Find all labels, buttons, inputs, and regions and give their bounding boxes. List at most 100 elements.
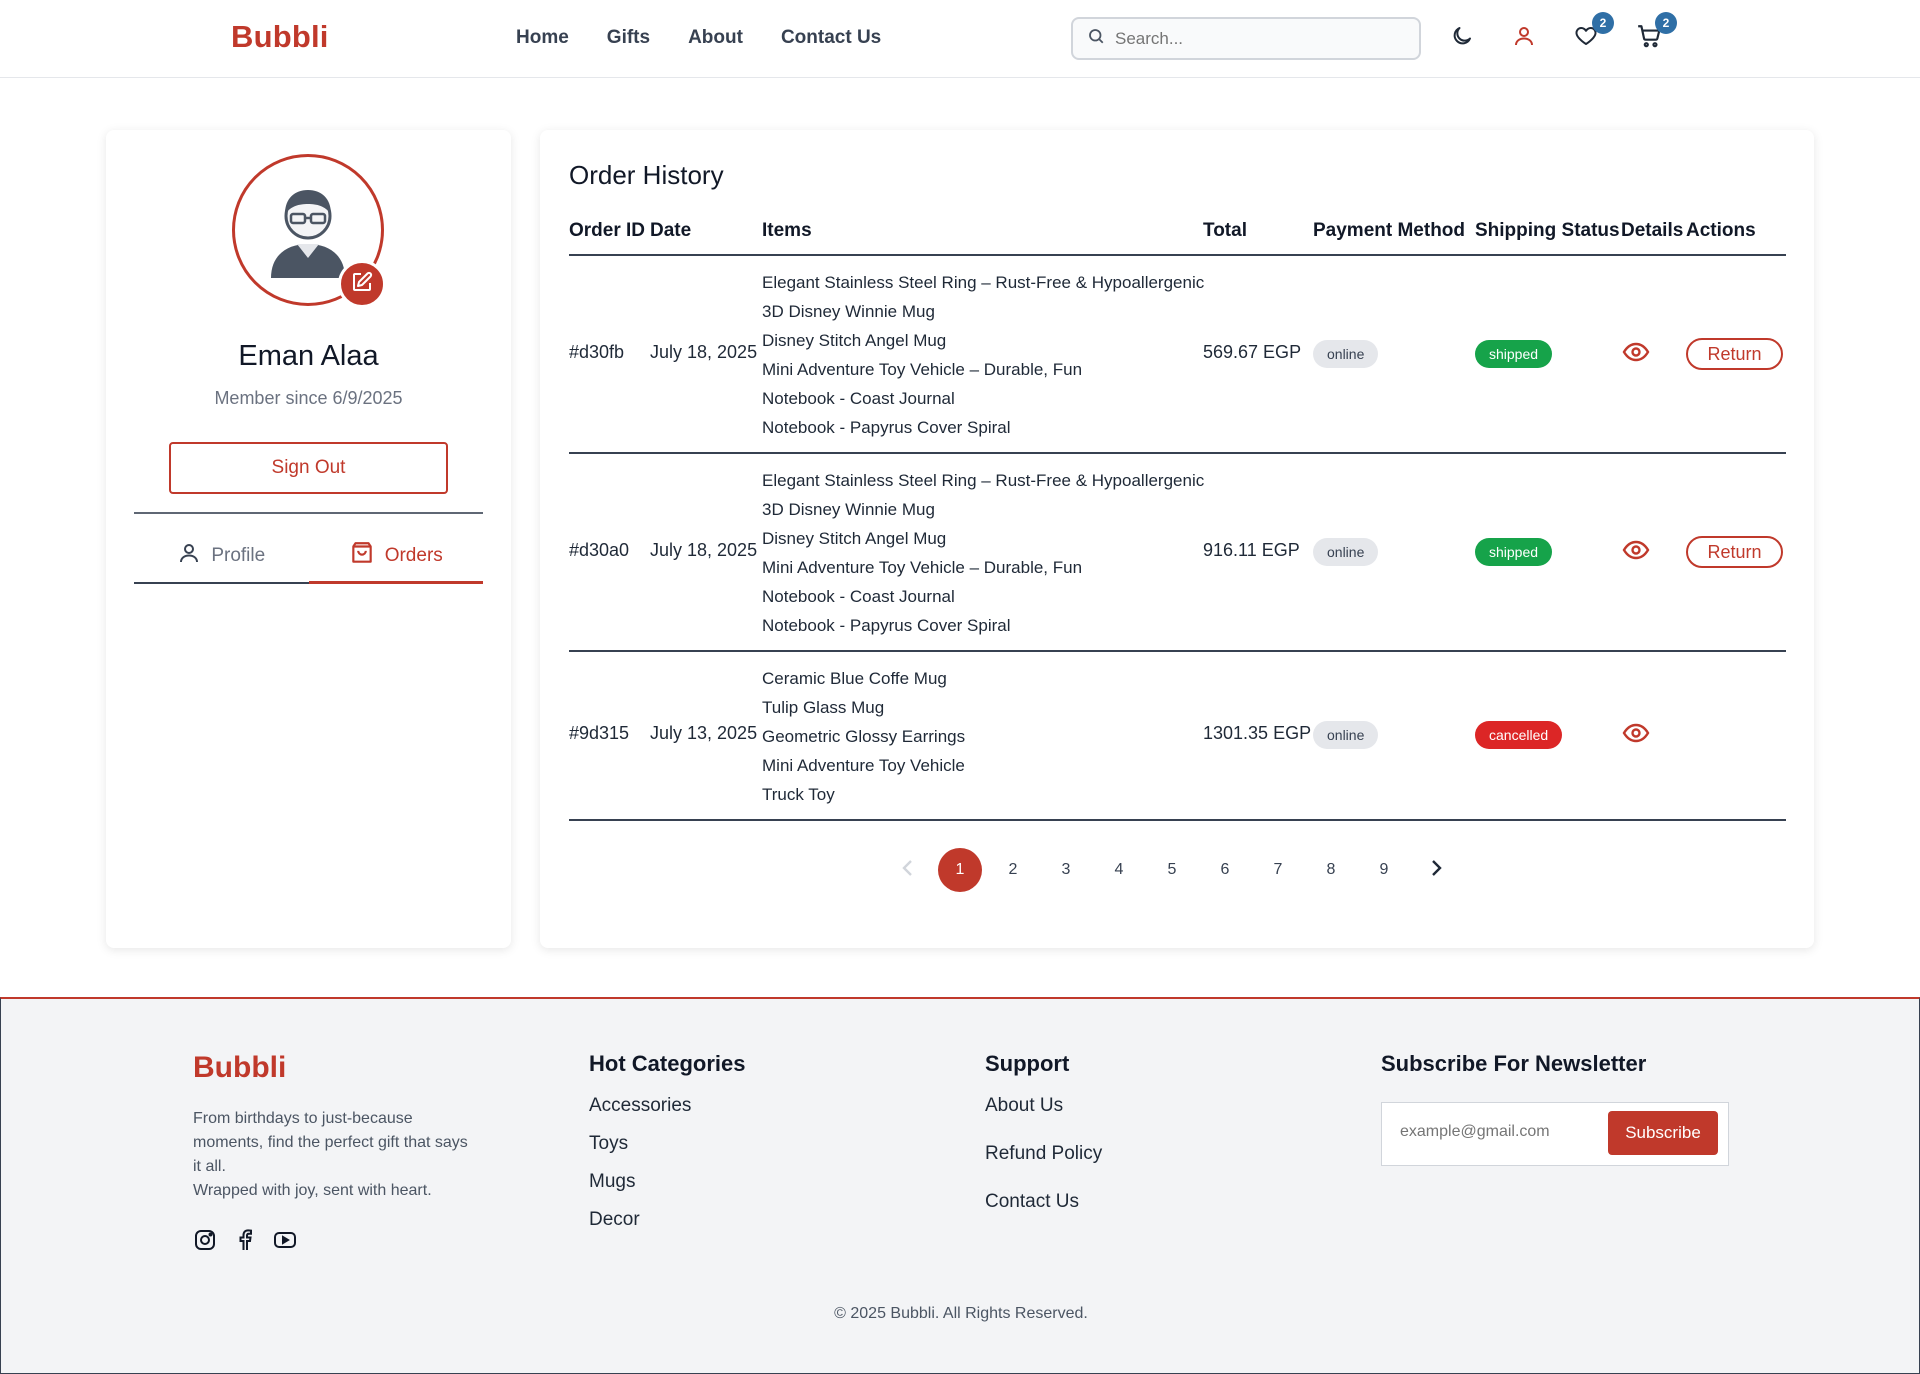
- moon-icon: [1450, 24, 1474, 53]
- facebook-icon[interactable]: [233, 1228, 257, 1252]
- tab-profile-label: Profile: [211, 545, 266, 566]
- payment-method-badge: online: [1313, 340, 1379, 368]
- view-details-button[interactable]: [1621, 339, 1651, 369]
- prev-page-button[interactable]: [885, 848, 929, 892]
- order-items: Ceramic Blue Coffe Mug Tulip Glass Mug G…: [762, 664, 965, 809]
- order-total: 1301.35 EGP: [1203, 723, 1312, 743]
- page-button[interactable]: 7: [1256, 848, 1300, 892]
- dark-mode-toggle[interactable]: [1448, 24, 1476, 52]
- page-button[interactable]: 1: [938, 848, 982, 892]
- footer-link-about-us[interactable]: About Us: [985, 1095, 1102, 1117]
- social-links: [193, 1228, 297, 1252]
- nav-contact[interactable]: Contact Us: [781, 27, 881, 49]
- footer-link-toys[interactable]: Toys: [589, 1133, 745, 1155]
- order-date: July 13, 2025: [650, 723, 758, 743]
- order-item: Mini Adventure Toy Vehicle – Durable, Fu…: [762, 558, 1083, 577]
- order-id: #d30a0: [569, 540, 630, 560]
- hot-categories-title: Hot Categories: [589, 1051, 746, 1076]
- order-id: #9d315: [569, 723, 630, 743]
- return-button[interactable]: Return: [1686, 338, 1783, 370]
- footer-link-contact-us[interactable]: Contact Us: [985, 1191, 1102, 1213]
- return-button[interactable]: Return: [1686, 536, 1783, 568]
- search-box: [1071, 17, 1421, 60]
- nav-home[interactable]: Home: [516, 27, 569, 49]
- main-nav: Home Gifts About Contact Us: [516, 27, 919, 49]
- order-item: Elegant Stainless Steel Ring – Rust-Free…: [762, 471, 1205, 490]
- edit-icon: [350, 270, 374, 299]
- order-item: Elegant Stainless Steel Ring – Rust-Free…: [762, 273, 1205, 292]
- order-total: 916.11 EGP: [1203, 540, 1300, 560]
- footer-desc-line: From birthdays to just-because moments, …: [193, 1110, 468, 1175]
- subscribe-button[interactable]: Subscribe: [1608, 1111, 1718, 1155]
- site-header: Bubbli Home Gifts About Contact Us 2 2: [0, 0, 1920, 78]
- order-items: Elegant Stainless Steel Ring – Rust-Free…: [762, 268, 1204, 442]
- order-history-card: Order History Order ID Date Items Total …: [540, 130, 1814, 948]
- table-row: #d30fb July 18, 2025 Elegant Stainless S…: [569, 256, 1786, 454]
- search-input[interactable]: [1115, 28, 1405, 49]
- order-history-title: Order History: [569, 160, 724, 190]
- footer-desc-line: Wrapped with joy, sent with heart.: [193, 1182, 432, 1199]
- footer-logo: Bubbli: [193, 1051, 287, 1084]
- edit-avatar-button[interactable]: [338, 260, 386, 308]
- col-details: Details: [1621, 220, 1684, 241]
- profile-name: Eman Alaa: [238, 340, 379, 372]
- wishlist-count-badge: 2: [1592, 12, 1614, 34]
- sign-out-button[interactable]: Sign Out: [169, 442, 448, 494]
- orders-table-header: Order ID Date Items Total Payment Method…: [569, 220, 1786, 256]
- footer-link-refund-policy[interactable]: Refund Policy: [985, 1143, 1102, 1165]
- search-icon: [1087, 27, 1105, 50]
- copyright: © 2025 Bubbli. All Rights Reserved.: [834, 1305, 1088, 1322]
- newsletter-email-input[interactable]: [1400, 1123, 1590, 1141]
- pagination: 1 2 3 4 5 6 7 8 9: [885, 848, 1468, 892]
- support-title: Support: [985, 1051, 1070, 1076]
- eye-icon: [1622, 540, 1650, 565]
- order-item: Tulip Glass Mug: [762, 698, 885, 717]
- order-item: Truck Toy: [762, 785, 835, 804]
- wishlist-button[interactable]: 2: [1572, 12, 1614, 52]
- order-item: Mini Adventure Toy Vehicle: [762, 756, 965, 775]
- brand-logo[interactable]: Bubbli: [231, 19, 329, 55]
- footer-link-mugs[interactable]: Mugs: [589, 1171, 745, 1193]
- col-actions: Actions: [1686, 220, 1756, 241]
- youtube-icon[interactable]: [273, 1228, 297, 1252]
- payment-method-badge: online: [1313, 721, 1379, 749]
- page-button[interactable]: 2: [991, 848, 1035, 892]
- tab-orders[interactable]: Orders: [308, 530, 483, 584]
- account-button[interactable]: [1510, 24, 1538, 52]
- order-date: July 18, 2025: [650, 540, 758, 560]
- order-total: 569.67 EGP: [1203, 342, 1302, 362]
- user-avatar-icon: [271, 190, 345, 278]
- view-details-button[interactable]: [1621, 537, 1651, 567]
- support-links: Support About Us Refund Policy Contact U…: [985, 1051, 1102, 1213]
- order-item: Mini Adventure Toy Vehicle – Durable, Fu…: [762, 360, 1083, 379]
- profile-card: Eman Alaa Member since 6/9/2025 Sign Out…: [106, 130, 511, 948]
- page-button[interactable]: 3: [1044, 848, 1088, 892]
- page-button[interactable]: 9: [1362, 848, 1406, 892]
- nav-about[interactable]: About: [688, 27, 743, 49]
- site-footer: Bubbli From birthdays to just-because mo…: [0, 997, 1920, 1374]
- page-button[interactable]: 8: [1309, 848, 1353, 892]
- shopping-bag-icon: [349, 540, 375, 572]
- newsletter-title: Subscribe For Newsletter: [1381, 1051, 1647, 1076]
- chevron-right-icon: [1430, 858, 1444, 883]
- nav-gifts[interactable]: Gifts: [607, 27, 650, 49]
- col-payment-method: Payment Method: [1313, 220, 1466, 241]
- footer-link-accessories[interactable]: Accessories: [589, 1095, 745, 1117]
- table-row: #d30a0 July 18, 2025 Elegant Stainless S…: [569, 454, 1786, 652]
- user-icon: [177, 541, 201, 571]
- instagram-icon[interactable]: [193, 1228, 217, 1252]
- order-item: Ceramic Blue Coffe Mug: [762, 669, 947, 688]
- tab-profile[interactable]: Profile: [134, 530, 309, 582]
- view-details-button[interactable]: [1621, 720, 1651, 750]
- page-button[interactable]: 4: [1097, 848, 1141, 892]
- eye-icon: [1622, 723, 1650, 748]
- cart-button[interactable]: 2: [1635, 12, 1677, 52]
- order-date: July 18, 2025: [650, 342, 758, 362]
- footer-link-decor[interactable]: Decor: [589, 1209, 745, 1231]
- page-button[interactable]: 6: [1203, 848, 1247, 892]
- status-badge: shipped: [1475, 340, 1553, 368]
- order-item: Geometric Glossy Earrings: [762, 727, 966, 746]
- page-button[interactable]: 5: [1150, 848, 1194, 892]
- order-item: Disney Stitch Angel Mug: [762, 529, 947, 548]
- next-page-button[interactable]: [1415, 848, 1459, 892]
